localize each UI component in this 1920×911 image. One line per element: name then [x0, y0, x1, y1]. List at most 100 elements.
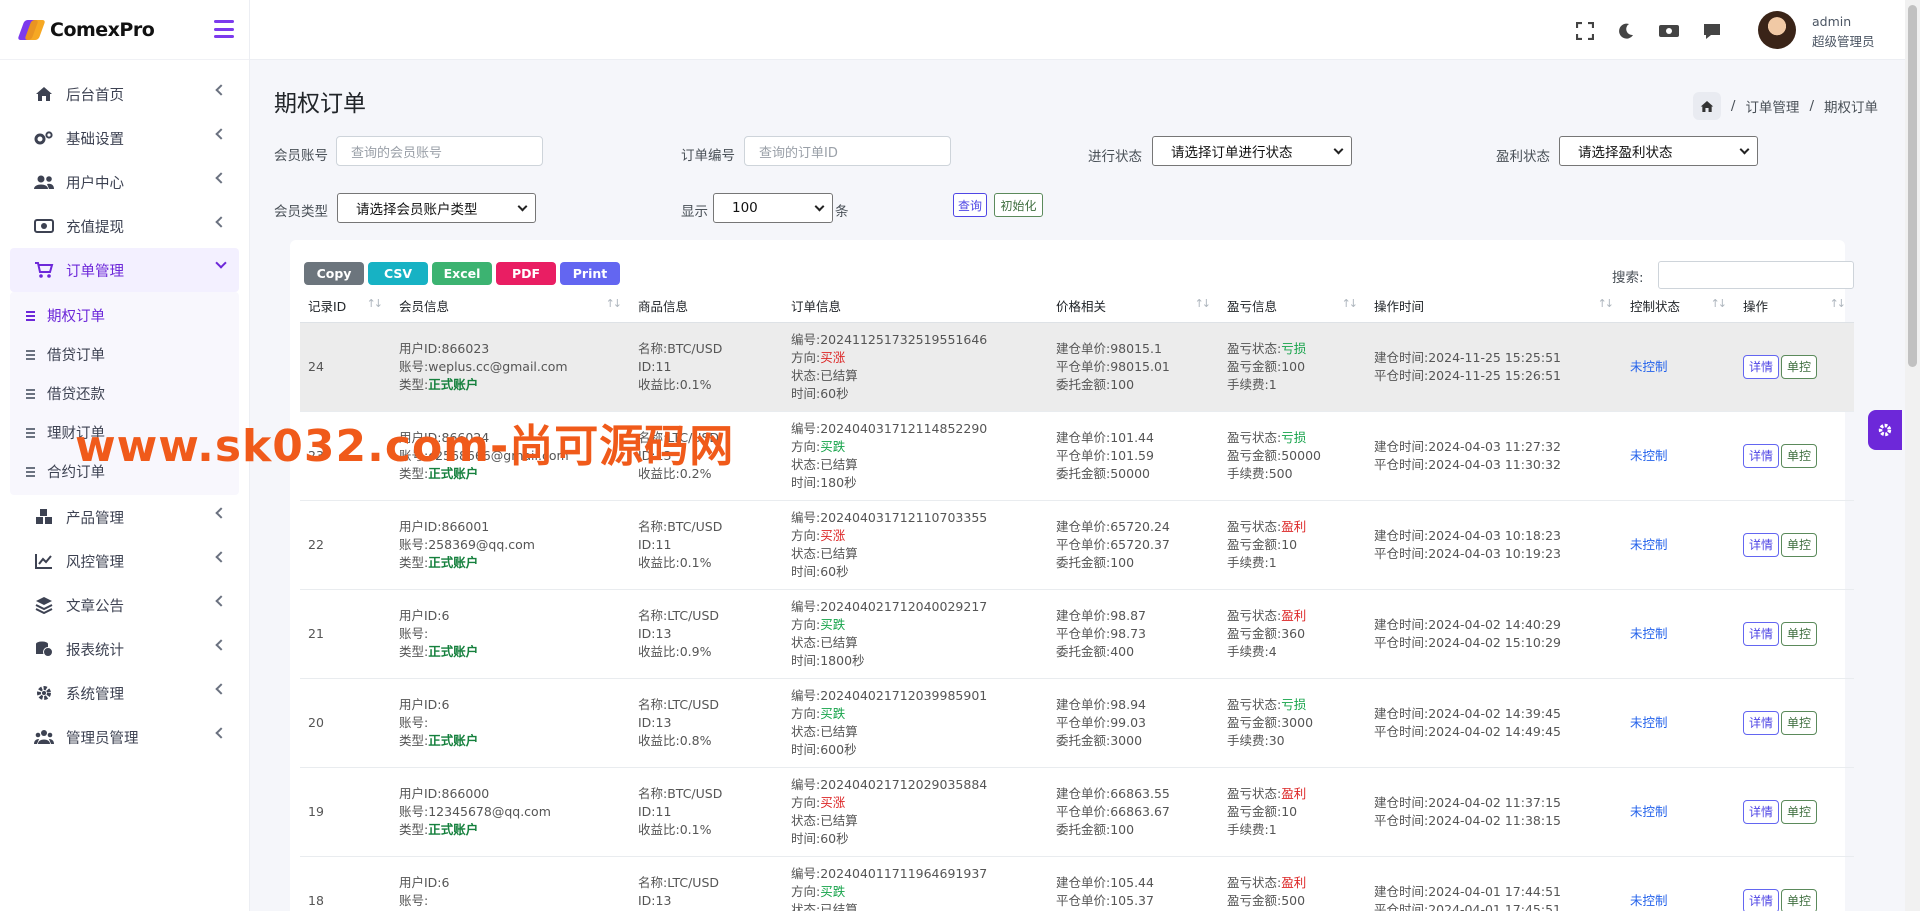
detail-button[interactable]: 详情: [1743, 710, 1780, 735]
cell-product: 名称:BTC/USD ID:11 收益比:0.1%: [630, 500, 783, 590]
table-row[interactable]: 19 用户ID:866000 账号:12345678@qq.com 类型:正式账户 名称…: [300, 767, 1854, 857]
column-header[interactable]: 会员信息 ↑↓: [391, 290, 630, 323]
submenu-item-loan-orders[interactable]: 借贷订单: [10, 335, 239, 374]
sort-icon[interactable]: ↑↓: [1195, 297, 1212, 310]
reset-button[interactable]: 初始化: [994, 193, 1043, 217]
sidebar-item-admins[interactable]: 管理员管理: [10, 715, 239, 759]
column-header[interactable]: 控制状态 ↑↓: [1622, 290, 1735, 323]
single-control-button[interactable]: 单控: [1781, 354, 1818, 379]
single-control-button[interactable]: 单控: [1781, 532, 1818, 557]
table-row[interactable]: 24 用户ID:866023 账号:weplus.cc@gmail.com 类型:正式…: [300, 322, 1854, 412]
control-status[interactable]: 未控制: [1630, 626, 1668, 641]
sort-icon[interactable]: ↑↓: [1342, 297, 1359, 310]
money-bill-icon[interactable]: [1658, 22, 1680, 40]
progress-status-select[interactable]: 请选择订单进行状态: [1152, 136, 1352, 166]
home-icon[interactable]: [1692, 92, 1721, 120]
detail-button[interactable]: 详情: [1743, 532, 1780, 557]
sidebar-item-products[interactable]: 产品管理: [10, 495, 239, 539]
sort-icon[interactable]: ↑↓: [1711, 297, 1728, 310]
page-size-select[interactable]: 100: [713, 193, 833, 223]
detail-button[interactable]: 详情: [1743, 443, 1780, 468]
sidebar-item-recharge[interactable]: 充值提现: [10, 204, 239, 248]
control-status[interactable]: 未控制: [1630, 359, 1668, 374]
sort-icon[interactable]: ↑↓: [1598, 297, 1615, 310]
field-value: 1: [1268, 376, 1277, 392]
menu-toggle-icon[interactable]: [214, 20, 234, 38]
sidebar-item-risk[interactable]: 风控管理: [10, 539, 239, 583]
brand[interactable]: ComexPro: [0, 0, 249, 60]
detail-button[interactable]: 详情: [1743, 888, 1780, 911]
sort-icon[interactable]: ↑↓: [367, 297, 384, 310]
sidebar-item-system[interactable]: 系统管理: [10, 671, 239, 715]
sidebar-item-home[interactable]: 后台首页: [10, 72, 239, 116]
product-name: 名称:LTC/USD: [638, 874, 783, 892]
single-control-button[interactable]: 单控: [1781, 710, 1818, 735]
submenu-item-option-orders[interactable]: 期权订单: [10, 296, 239, 335]
column-header[interactable]: 操作 ↑↓: [1735, 290, 1854, 323]
member-account-input[interactable]: 查询的会员账号: [336, 136, 543, 166]
fullscreen-icon[interactable]: [1575, 21, 1595, 41]
scrollbar-thumb[interactable]: [1908, 5, 1917, 367]
field-label: 编号:: [791, 598, 821, 614]
avatar[interactable]: [1758, 11, 1796, 49]
sidebar-item-basic-settings[interactable]: 基础设置: [10, 116, 239, 160]
field-value: 2024-04-01 17:44:51: [1428, 883, 1561, 899]
single-control-button[interactable]: 单控: [1781, 621, 1818, 646]
field-value: 盈利: [1281, 874, 1307, 890]
search-input[interactable]: [1658, 261, 1854, 289]
moon-icon[interactable]: [1617, 22, 1635, 40]
member-type-select[interactable]: 请选择会员账户类型: [337, 193, 536, 223]
member-account: 账号:258369@qq.com: [399, 536, 630, 554]
sidebar-item-orders[interactable]: 订单管理: [10, 248, 239, 292]
sidebar-item-articles[interactable]: 文章公告: [10, 583, 239, 627]
single-control-button[interactable]: 单控: [1781, 799, 1818, 824]
column-header[interactable]: 订单信息: [783, 290, 1048, 323]
column-header-label: 商品信息: [638, 299, 689, 315]
sidebar-item-user-center[interactable]: 用户中心: [10, 160, 239, 204]
field-label: 建仓时间:: [1374, 438, 1429, 454]
table-row[interactable]: 21 用户ID:6 账号: 类型:正式账户 名称:LTC/USD ID:13 收益比:0.9…: [300, 589, 1854, 679]
control-status[interactable]: 未控制: [1630, 893, 1668, 908]
table-row[interactable]: 22 用户ID:866001 账号:258369@qq.com 类型:正式账户 名称:B…: [300, 500, 1854, 590]
breadcrumb-item[interactable]: 订单管理: [1745, 96, 1799, 116]
profit-status-select[interactable]: 请选择盈利状态: [1559, 136, 1758, 166]
field-value: 已结算: [820, 456, 858, 472]
print-button[interactable]: Print: [560, 262, 620, 285]
close-time: 平仓时间:2024-04-03 11:30:32: [1374, 456, 1622, 474]
sidebar-item-reports[interactable]: 报表统计: [10, 627, 239, 671]
column-header[interactable]: 盈亏信息 ↑↓: [1219, 290, 1366, 323]
column-header[interactable]: 记录ID ↑↓: [300, 290, 391, 323]
detail-button[interactable]: 详情: [1743, 799, 1780, 824]
sort-icon[interactable]: ↑↓: [1830, 297, 1847, 310]
order-id-input[interactable]: 查询的订单ID: [744, 136, 951, 166]
control-status[interactable]: 未控制: [1630, 715, 1668, 730]
chevron-down-icon: [814, 201, 825, 212]
sort-icon[interactable]: ↑↓: [606, 297, 623, 310]
detail-button[interactable]: 详情: [1743, 621, 1780, 646]
field-value: 正式账户: [428, 376, 479, 392]
excel-button[interactable]: Excel: [432, 262, 492, 285]
column-header[interactable]: 商品信息: [630, 290, 783, 323]
single-control-button[interactable]: 单控: [1781, 443, 1818, 468]
settings-float-button[interactable]: [1868, 410, 1902, 450]
user-name[interactable]: admin: [1812, 14, 1851, 29]
column-header[interactable]: 价格相关 ↑↓: [1048, 290, 1219, 323]
single-control-button[interactable]: 单控: [1781, 888, 1818, 911]
copy-button[interactable]: Copy: [304, 262, 364, 285]
detail-button[interactable]: 详情: [1743, 354, 1780, 379]
control-status[interactable]: 未控制: [1630, 448, 1668, 463]
table-row[interactable]: 18用户ID:6账号:类型:正式账户名称:LTC/USDID:13收益比:0.5…: [300, 856, 1854, 911]
control-status[interactable]: 未控制: [1630, 804, 1668, 819]
table-row[interactable]: 20 用户ID:6 账号: 类型:正式账户 名称:LTC/USD ID:13 收益比:0.8…: [300, 678, 1854, 768]
field-value: 11: [655, 803, 672, 819]
csv-button[interactable]: CSV: [368, 262, 428, 285]
order-time: 时间:600秒: [791, 741, 1048, 759]
scrollbar[interactable]: [1905, 0, 1920, 911]
order-state: 状态:已结算: [791, 812, 1048, 830]
pdf-button[interactable]: PDF: [496, 262, 556, 285]
column-header[interactable]: 操作时间 ↑↓: [1366, 290, 1622, 323]
control-status[interactable]: 未控制: [1630, 537, 1668, 552]
submenu-item-loan-repay[interactable]: 借贷还款: [10, 374, 239, 413]
message-icon[interactable]: [1703, 22, 1721, 40]
query-button[interactable]: 查询: [953, 193, 987, 217]
